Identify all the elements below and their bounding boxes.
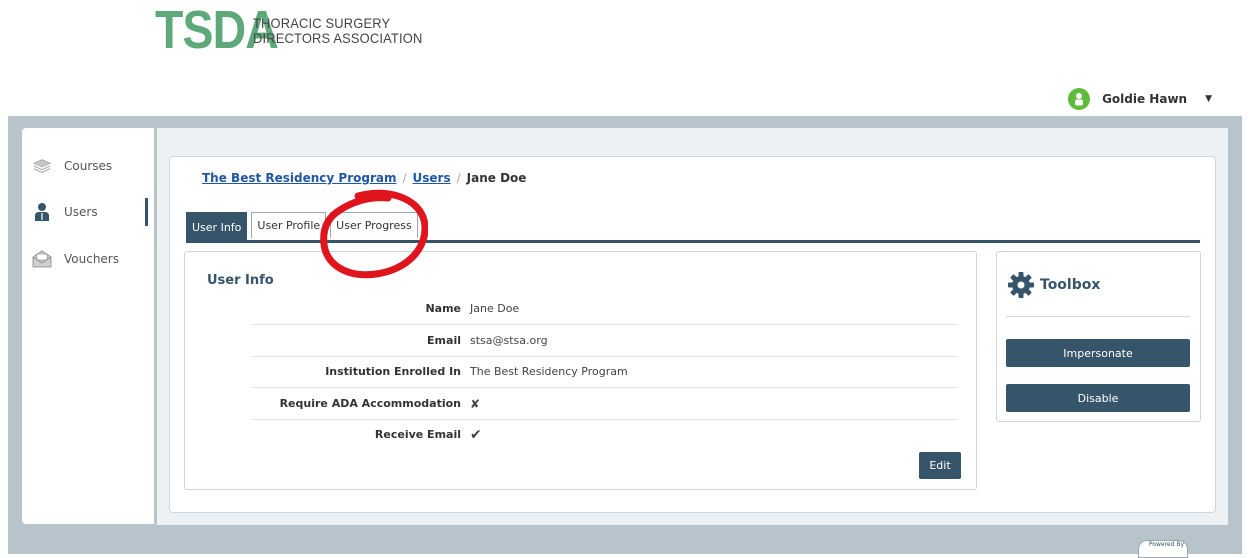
tab-user-info[interactable]: User Info (186, 212, 248, 241)
toolbox-title: Toolbox (1006, 270, 1100, 300)
tab-user-profile[interactable]: User Profile (251, 212, 327, 238)
impersonate-button[interactable]: Impersonate (1006, 339, 1190, 367)
panel-title: User Info (207, 273, 274, 288)
breadcrumb: The Best Residency Program / Users / Jane Do… (202, 171, 526, 185)
row-label: Institution Enrolled In (325, 365, 461, 378)
sidebar-item-courses[interactable]: Courses (32, 156, 112, 176)
breadcrumb-current: Jane Doe (466, 171, 527, 185)
user-menu[interactable]: Goldie Hawn ▼ (1068, 88, 1212, 110)
sidebar-item-label: Vouchers (64, 252, 119, 266)
breadcrumb-separator: / (456, 171, 461, 185)
info-row-ada: Require ADA Accommodation ✘ (252, 388, 958, 420)
powered-by-badge[interactable]: Powered By (1138, 540, 1188, 558)
logo-mark: TSDA (155, 0, 279, 60)
disable-button[interactable]: Disable (1006, 384, 1190, 412)
voucher-icon (32, 249, 52, 269)
gear-icon (1008, 272, 1034, 298)
sidebar-item-label: Users (64, 205, 98, 219)
sidebar-item-label: Courses (64, 159, 113, 173)
sidebar: Courses Users Vouchers (22, 128, 154, 524)
tsda-logo[interactable]: TSDA THORACIC SURGERY DIRECTORS ASSOCIAT… (155, 0, 437, 60)
info-row-email: Email stsa@stsa.org (252, 325, 958, 357)
sidebar-item-users[interactable]: Users (32, 202, 98, 222)
breadcrumb-users-link[interactable]: Users (413, 171, 451, 185)
user-icon (32, 202, 52, 222)
info-row-name: Name Jane Doe (252, 293, 958, 325)
user-name: Goldie Hawn (1102, 92, 1188, 106)
info-row-receive-email: Receive Email ✔ (252, 419, 958, 450)
sidebar-item-vouchers[interactable]: Vouchers (32, 249, 119, 269)
checkmark-icon: ✔ (470, 426, 482, 443)
row-value: stsa@stsa.org (470, 334, 548, 347)
edit-button[interactable]: Edit (919, 452, 961, 479)
divider (1006, 316, 1190, 317)
row-label: Receive Email (374, 428, 461, 441)
row-label: Email (427, 334, 461, 347)
breadcrumb-separator: / (402, 171, 407, 185)
row-value: The Best Residency Program (470, 365, 628, 378)
row-label: Name (425, 302, 461, 315)
sidebar-active-indicator (145, 198, 148, 226)
avatar (1068, 88, 1091, 110)
chevron-down-icon[interactable]: ▼ (1205, 94, 1212, 104)
logo-text: THORACIC SURGERY DIRECTORS ASSOCIATION (253, 15, 423, 46)
toolbox-label: Toolbox (1040, 277, 1101, 293)
tab-underline (186, 240, 1200, 243)
user-avatar-icon (1075, 93, 1084, 106)
info-row-institution: Institution Enrolled In The Best Residen… (252, 356, 958, 388)
row-value: Jane Doe (470, 302, 520, 315)
breadcrumb-program-link[interactable]: The Best Residency Program (202, 171, 396, 185)
tab-user-progress[interactable]: User Progress (330, 212, 418, 238)
tab-bar: User Info User Profile User Progress (186, 212, 422, 241)
x-icon: ✘ (470, 396, 481, 411)
courses-icon (32, 156, 52, 176)
row-label: Require ADA Accommodation (279, 397, 461, 410)
